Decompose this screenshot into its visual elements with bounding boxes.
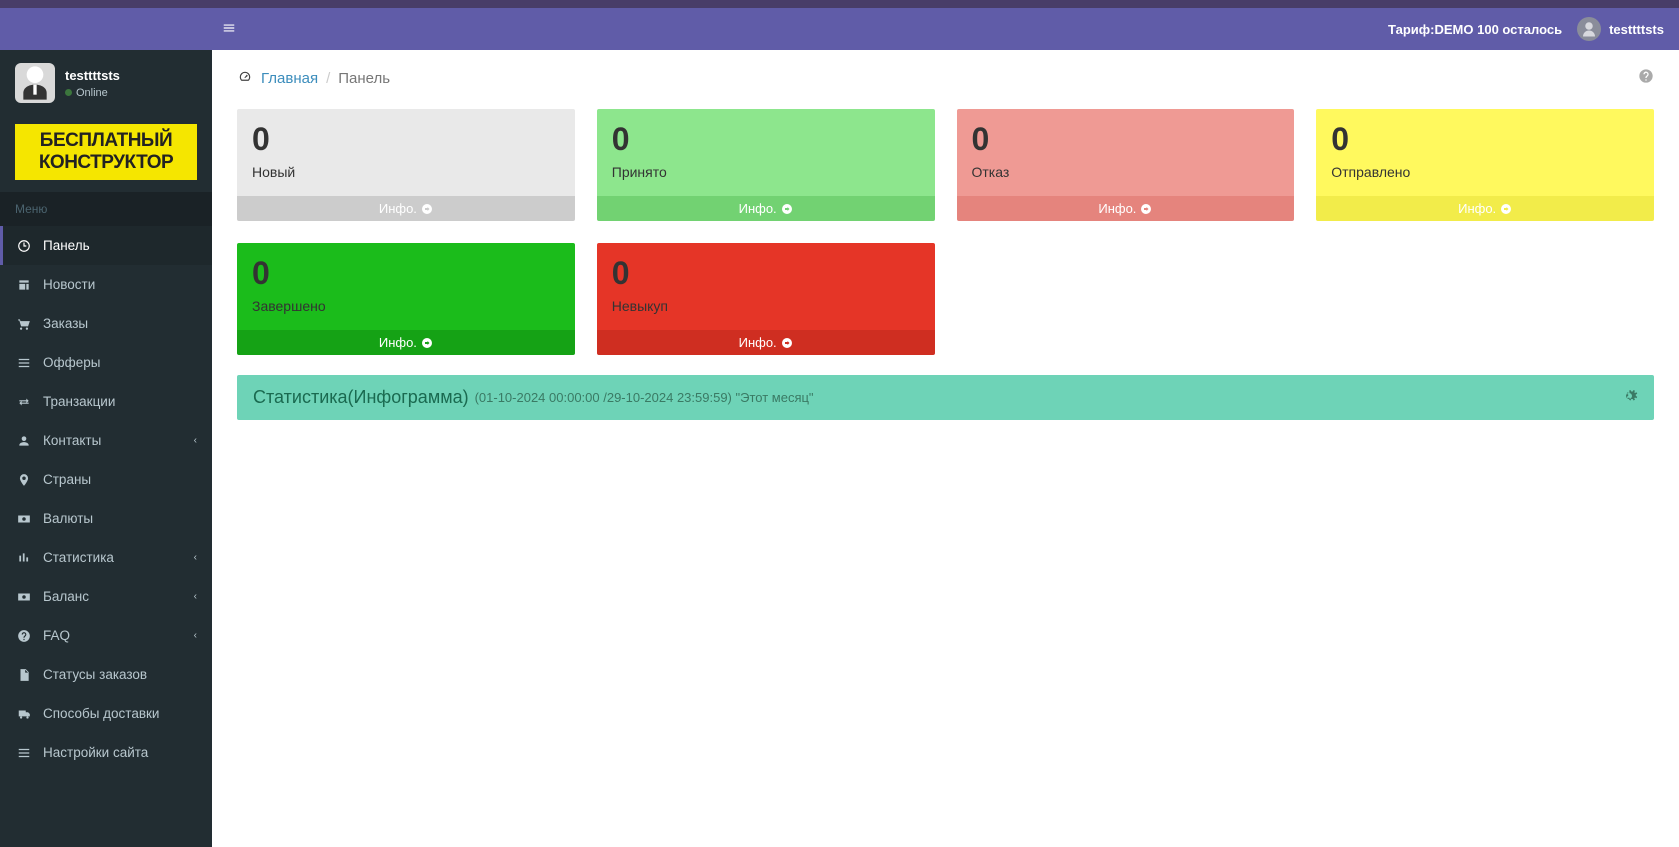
user-name: testtttsts (65, 68, 120, 83)
card-label: Новый (252, 164, 560, 180)
card-info-link[interactable]: Инфо. (237, 330, 575, 355)
sidebar-item-label: Новости (43, 277, 95, 292)
dashboard-icon (15, 239, 33, 253)
bar-icon (15, 551, 33, 565)
menu-header: Меню (0, 192, 212, 226)
sidebar-item-10[interactable]: FAQ ‹ (0, 616, 212, 655)
sidebar-item-label: Статистика (43, 550, 114, 565)
stat-title: Статистика(Инфограмма) (253, 387, 469, 408)
list-icon (15, 746, 33, 760)
truck-icon (15, 707, 33, 721)
sidebar-item-label: Офферы (43, 355, 100, 370)
breadcrumb: Главная / Панель (212, 50, 1679, 99)
card-value: 0 (972, 121, 1280, 158)
card-label: Завершено (252, 298, 560, 314)
stat-subtitle: (01-10-2024 00:00:00 /29-10-2024 23:59:5… (475, 390, 814, 405)
status-card-3: 0 Отправлено Инфо. (1316, 109, 1654, 221)
sidebar-item-12[interactable]: Способы доставки (0, 694, 212, 733)
card-label: Невыкуп (612, 298, 920, 314)
status-card-5: 0 Невыкуп Инфо. (597, 243, 935, 355)
sidebar-item-label: Настройки сайта (43, 745, 148, 760)
status-card-4: 0 Завершено Инфо. (237, 243, 575, 355)
card-value: 0 (612, 255, 920, 292)
sidebar-item-4[interactable]: Транзакции (0, 382, 212, 421)
sidebar: testtttsts Online БЕСПЛАТНЫЙ КОНСТРУКТОР… (0, 50, 212, 847)
sidebar-item-8[interactable]: Статистика ‹ (0, 538, 212, 577)
sidebar-item-0[interactable]: Панель (0, 226, 212, 265)
main-content: Главная / Панель 0 Новый Инфо. 0 Принято Инф… (212, 50, 1679, 847)
username-label: testtttsts (1609, 22, 1664, 37)
cards-grid: 0 Новый Инфо. 0 Принято Инфо. 0 Отказ Инфо. 0 О… (212, 99, 1679, 375)
menu-toggle[interactable] (212, 19, 246, 40)
help-icon[interactable] (1638, 68, 1654, 89)
card-info-link[interactable]: Инфо. (237, 196, 575, 221)
card-value: 0 (612, 121, 920, 158)
list-icon (15, 356, 33, 370)
question-icon (15, 629, 33, 643)
sidebar-item-13[interactable]: Настройки сайта (0, 733, 212, 772)
exchange-icon (15, 395, 33, 409)
money-icon (15, 512, 33, 526)
card-label: Отказ (972, 164, 1280, 180)
cart-icon (15, 317, 33, 331)
chevron-left-icon: ‹ (194, 591, 197, 602)
card-value: 0 (252, 121, 560, 158)
user-status: Online (65, 87, 120, 99)
breadcrumb-current: Панель (338, 70, 390, 87)
card-value: 0 (252, 255, 560, 292)
statistics-panel: Статистика(Инфограмма) (01-10-2024 00:00… (237, 375, 1654, 420)
dashboard-icon (237, 70, 253, 88)
users-icon (15, 434, 33, 448)
status-dot-icon (65, 89, 72, 96)
sidebar-item-label: FAQ (43, 628, 70, 643)
sidebar-item-label: Контакты (43, 433, 101, 448)
card-info-link[interactable]: Инфо. (1316, 196, 1654, 221)
news-icon (15, 278, 33, 292)
card-value: 0 (1331, 121, 1639, 158)
sidebar-item-label: Баланс (43, 589, 89, 604)
sidebar-item-label: Способы доставки (43, 706, 159, 721)
sidebar-item-label: Валюты (43, 511, 93, 526)
sidebar-item-label: Транзакции (43, 394, 115, 409)
file-icon (15, 668, 33, 682)
chevron-left-icon: ‹ (194, 435, 197, 446)
sidebar-item-2[interactable]: Заказы (0, 304, 212, 343)
marker-icon (15, 473, 33, 487)
status-card-2: 0 Отказ Инфо. (957, 109, 1295, 221)
sidebar-item-label: Панель (43, 238, 90, 253)
user-panel: testtttsts Online (0, 50, 212, 116)
chevron-left-icon: ‹ (194, 552, 197, 563)
header: Тариф:DEMO 100 осталось testtttsts (0, 8, 1679, 50)
sidebar-item-5[interactable]: Контакты ‹ (0, 421, 212, 460)
tariff-info: Тариф:DEMO 100 осталось (1388, 22, 1562, 37)
card-info-link[interactable]: Инфо. (597, 330, 935, 355)
topbar-strip (0, 0, 1679, 8)
card-label: Отправлено (1331, 164, 1639, 180)
card-info-link[interactable]: Инфо. (957, 196, 1295, 221)
sidebar-item-label: Страны (43, 472, 91, 487)
sidebar-item-7[interactable]: Валюты (0, 499, 212, 538)
status-card-0: 0 Новый Инфо. (237, 109, 575, 221)
sidebar-item-6[interactable]: Страны (0, 460, 212, 499)
user-avatar (15, 63, 55, 103)
card-label: Принято (612, 164, 920, 180)
sidebar-item-3[interactable]: Офферы (0, 343, 212, 382)
chevron-left-icon: ‹ (194, 630, 197, 641)
sidebar-item-9[interactable]: Баланс ‹ (0, 577, 212, 616)
user-menu[interactable]: testtttsts (1577, 17, 1664, 41)
card-info-link[interactable]: Инфо. (597, 196, 935, 221)
logo: БЕСПЛАТНЫЙ КОНСТРУКТОР (15, 124, 197, 180)
settings-icon[interactable] (1620, 387, 1638, 408)
sidebar-item-label: Заказы (43, 316, 88, 331)
sidebar-item-1[interactable]: Новости (0, 265, 212, 304)
status-card-1: 0 Принято Инфо. (597, 109, 935, 221)
breadcrumb-home[interactable]: Главная (261, 70, 318, 87)
sidebar-item-11[interactable]: Статусы заказов (0, 655, 212, 694)
avatar-icon (1577, 17, 1601, 41)
sidebar-item-label: Статусы заказов (43, 667, 147, 682)
money-icon (15, 590, 33, 604)
